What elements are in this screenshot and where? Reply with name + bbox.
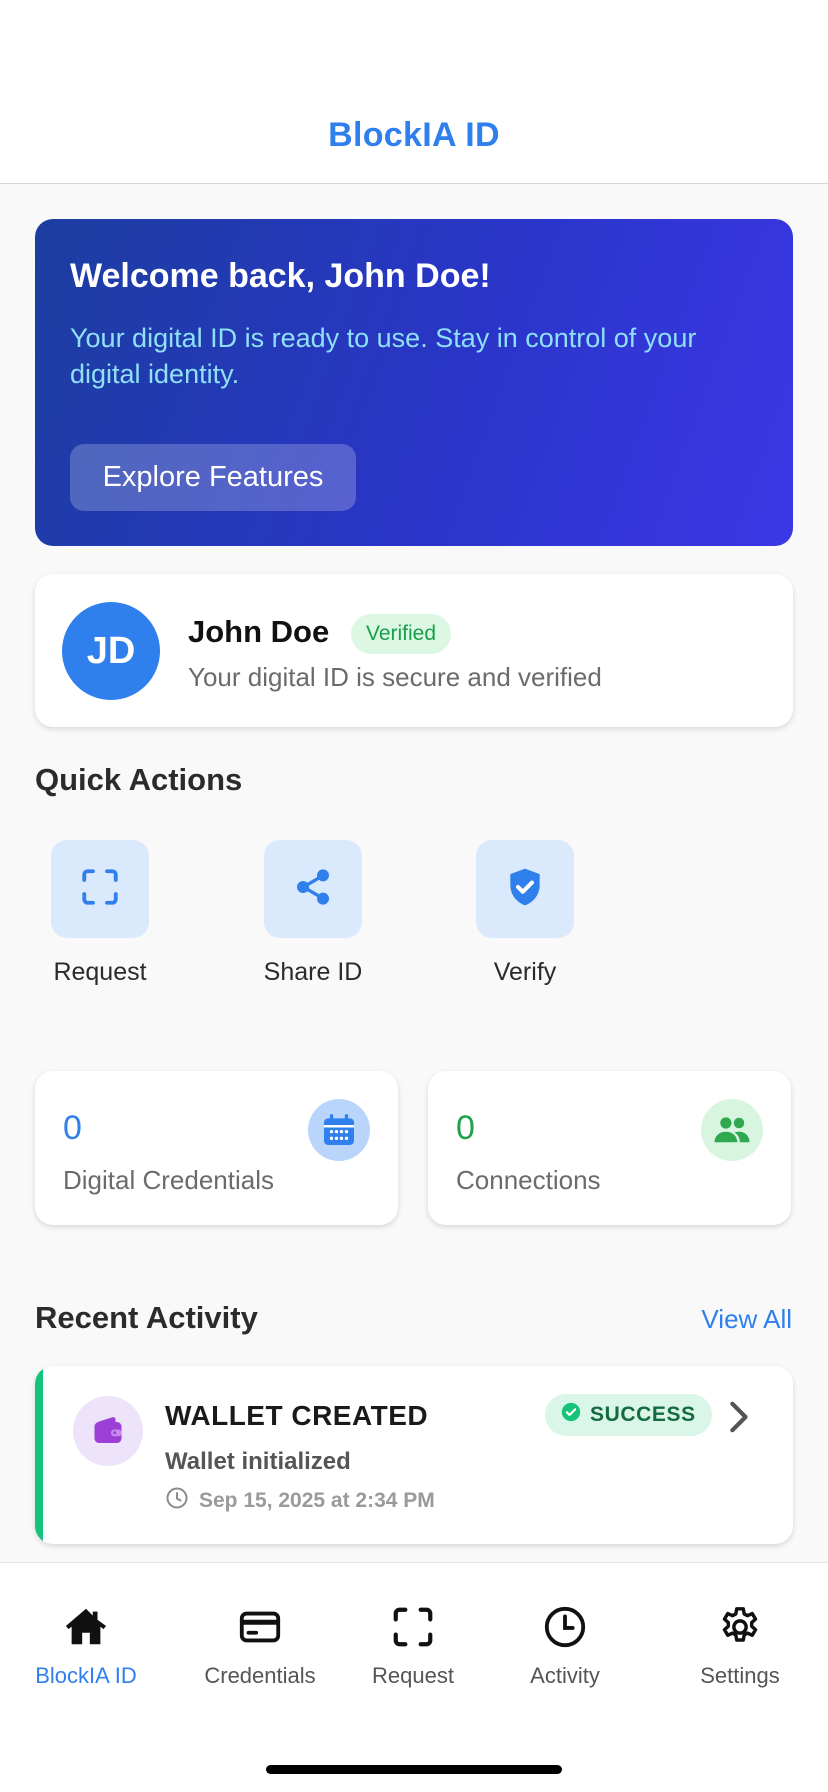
wallet-icon [73, 1396, 143, 1466]
home-icon [6, 1603, 166, 1651]
scan-icon [333, 1603, 493, 1651]
quick-action-verify[interactable]: Verify [445, 840, 605, 987]
app-title: BlockIA ID [328, 116, 500, 154]
tab-label: BlockIA ID [35, 1663, 137, 1688]
stat-card-credentials[interactable]: 0 Digital Credentials [35, 1071, 398, 1225]
quick-action-label: Request [53, 958, 147, 986]
tab-label: Settings [700, 1663, 780, 1688]
app-header: BlockIA ID [0, 0, 828, 184]
activity-status-accent [35, 1366, 43, 1544]
quick-actions-title: Quick Actions [35, 762, 243, 797]
welcome-title: Welcome back, John Doe! [70, 257, 491, 295]
avatar: JD [62, 602, 160, 700]
gear-icon [660, 1603, 820, 1651]
status-badge: SUCCESS [545, 1394, 712, 1436]
share-id-tile[interactable] [264, 840, 362, 938]
share-icon [293, 867, 333, 912]
tab-request[interactable]: Request [333, 1603, 493, 1689]
activity-time: Sep 15, 2025 at 2:34 PM [165, 1486, 435, 1516]
tab-credentials[interactable]: Credentials [180, 1603, 340, 1689]
welcome-banner: Welcome back, John Doe! Your digital ID … [35, 219, 793, 546]
tab-label: Credentials [204, 1663, 316, 1688]
scan-icon [79, 866, 121, 913]
quick-action-label: Verify [493, 958, 557, 986]
credentials-count: 0 [63, 1109, 82, 1147]
tab-home[interactable]: BlockIA ID [6, 1603, 166, 1689]
tab-label: Activity [530, 1663, 600, 1688]
welcome-subtitle: Your digital ID is ready to use. Stay in… [70, 323, 697, 389]
connections-count: 0 [456, 1109, 475, 1147]
verified-badge: Verified [351, 614, 452, 654]
people-icon [701, 1099, 763, 1161]
view-all-link[interactable]: View All [701, 1304, 792, 1335]
activity-item[interactable]: WALLET CREATED SUCCESS Wallet initialize… [35, 1366, 793, 1544]
recent-activity-title: Recent Activity [35, 1300, 258, 1335]
bottom-tab-bar: BlockIA ID Credentials Request Activity [0, 1562, 828, 1792]
tab-settings[interactable]: Settings [660, 1603, 820, 1689]
home-indicator [266, 1765, 562, 1774]
profile-name: John Doe [188, 614, 330, 649]
clock-icon [165, 1486, 189, 1516]
card-icon [180, 1603, 340, 1651]
check-circle-icon [561, 1402, 581, 1428]
profile-subtitle: Your digital ID is secure and verified [188, 662, 602, 692]
activity-description: Wallet initialized [165, 1448, 351, 1475]
clock-icon [485, 1603, 645, 1651]
chevron-right-icon[interactable] [725, 1400, 751, 1439]
credentials-label: Digital Credentials [63, 1165, 274, 1195]
activity-timestamp: Sep 15, 2025 at 2:34 PM [199, 1489, 435, 1512]
tab-label: Request [372, 1663, 454, 1688]
quick-action-share-id[interactable]: Share ID [233, 840, 393, 987]
quick-action-request[interactable]: Request [20, 840, 180, 987]
explore-features-button[interactable]: Explore Features [70, 444, 356, 511]
stat-card-connections[interactable]: 0 Connections [428, 1071, 791, 1225]
tab-activity[interactable]: Activity [485, 1603, 645, 1689]
activity-title: WALLET CREATED [165, 1400, 429, 1431]
profile-card[interactable]: JD John Doe Verified Your digital ID is … [35, 574, 793, 727]
calendar-icon [308, 1099, 370, 1161]
status-label: SUCCESS [590, 1403, 696, 1426]
verify-tile[interactable] [476, 840, 574, 938]
shield-check-icon [503, 865, 547, 914]
connections-label: Connections [456, 1165, 601, 1195]
request-tile[interactable] [51, 840, 149, 938]
quick-action-label: Share ID [263, 958, 363, 986]
